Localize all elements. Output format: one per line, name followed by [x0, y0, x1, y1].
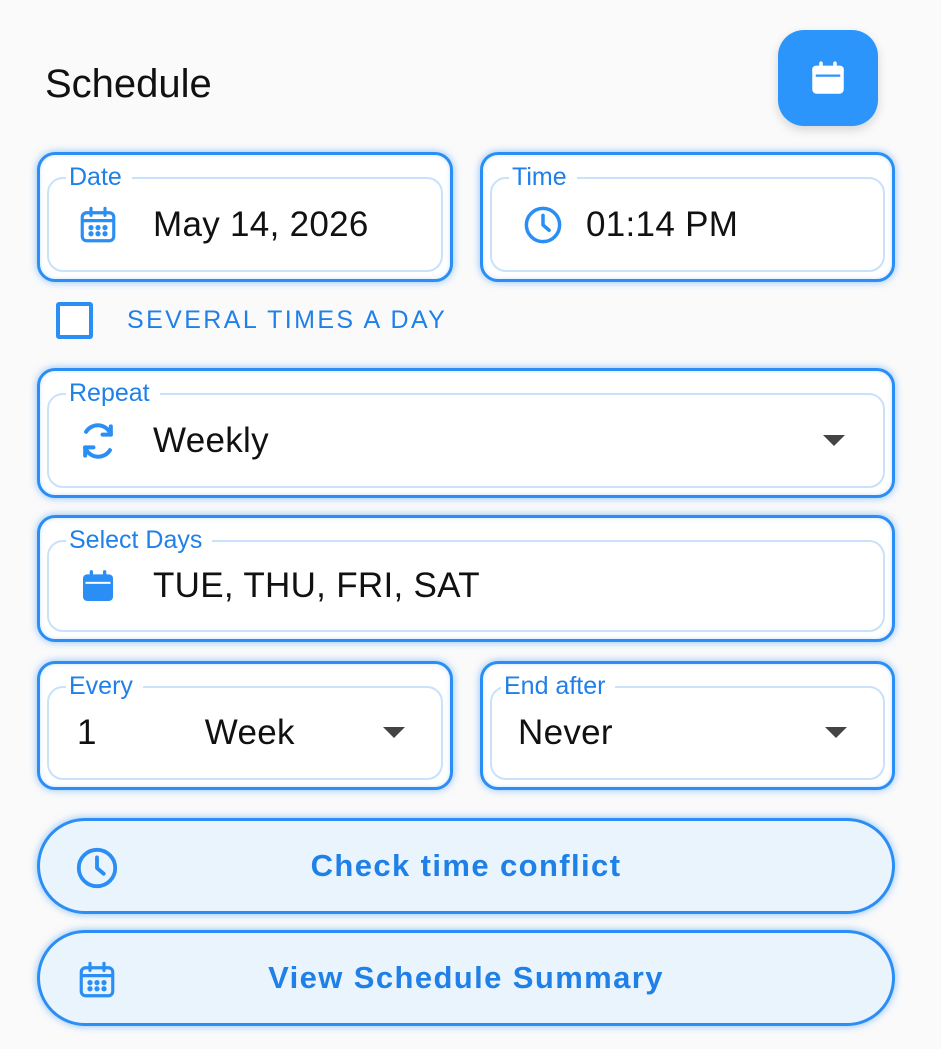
time-value: 01:14 PM — [586, 204, 739, 244]
select-days-field[interactable]: TUE, THU, FRI, SAT Select Days — [37, 515, 895, 642]
date-field[interactable]: May 14, 2026 Date — [37, 152, 453, 282]
chevron-down-icon — [823, 434, 845, 446]
calendar-icon — [83, 570, 113, 601]
several-times-checkbox[interactable] — [56, 302, 93, 339]
end-after-field[interactable]: Never End after — [480, 661, 895, 790]
every-unit[interactable]: Week — [205, 713, 295, 753]
clock-icon — [524, 206, 562, 243]
every-field[interactable]: 1 Week Every — [37, 661, 453, 790]
calendar-grid-icon — [80, 206, 116, 242]
repeat-value: Weekly — [153, 420, 269, 460]
chevron-down-icon — [383, 727, 405, 738]
clock-icon — [76, 847, 118, 889]
repeat-label: Repeat — [66, 379, 160, 407]
every-label: Every — [66, 672, 143, 700]
date-value: May 14, 2026 — [153, 204, 369, 244]
several-times-label: SEVERAL TIMES A DAY — [127, 306, 448, 334]
time-field[interactable]: 01:14 PM Time — [480, 152, 895, 282]
calendar-icon — [812, 61, 844, 94]
date-label: Date — [66, 163, 132, 191]
calendar-button[interactable] — [778, 30, 878, 126]
several-times-toggle[interactable]: SEVERAL TIMES A DAY — [56, 302, 447, 339]
end-after-label: End after — [501, 672, 616, 700]
every-number[interactable]: 1 — [77, 713, 97, 753]
time-label: Time — [509, 163, 577, 191]
select-days-label: Select Days — [66, 526, 213, 554]
view-summary-label: View Schedule Summary — [268, 960, 664, 995]
view-summary-button[interactable]: View Schedule Summary — [37, 930, 895, 1026]
repeat-field[interactable]: Weekly Repeat — [37, 368, 895, 498]
check-conflict-label: Check time conflict — [310, 848, 622, 883]
end-after-value: Never — [518, 713, 613, 752]
repeat-icon — [83, 422, 113, 459]
select-days-value: TUE, THU, FRI, SAT — [153, 566, 480, 605]
check-conflict-button[interactable]: Check time conflict — [37, 818, 895, 914]
chevron-down-icon — [825, 727, 847, 738]
schedule-screen: Schedule May 14, 2026 Date 01:14 PM Time… — [0, 0, 941, 1049]
calendar-grid-icon — [79, 961, 115, 998]
page-title: Schedule — [45, 62, 212, 106]
